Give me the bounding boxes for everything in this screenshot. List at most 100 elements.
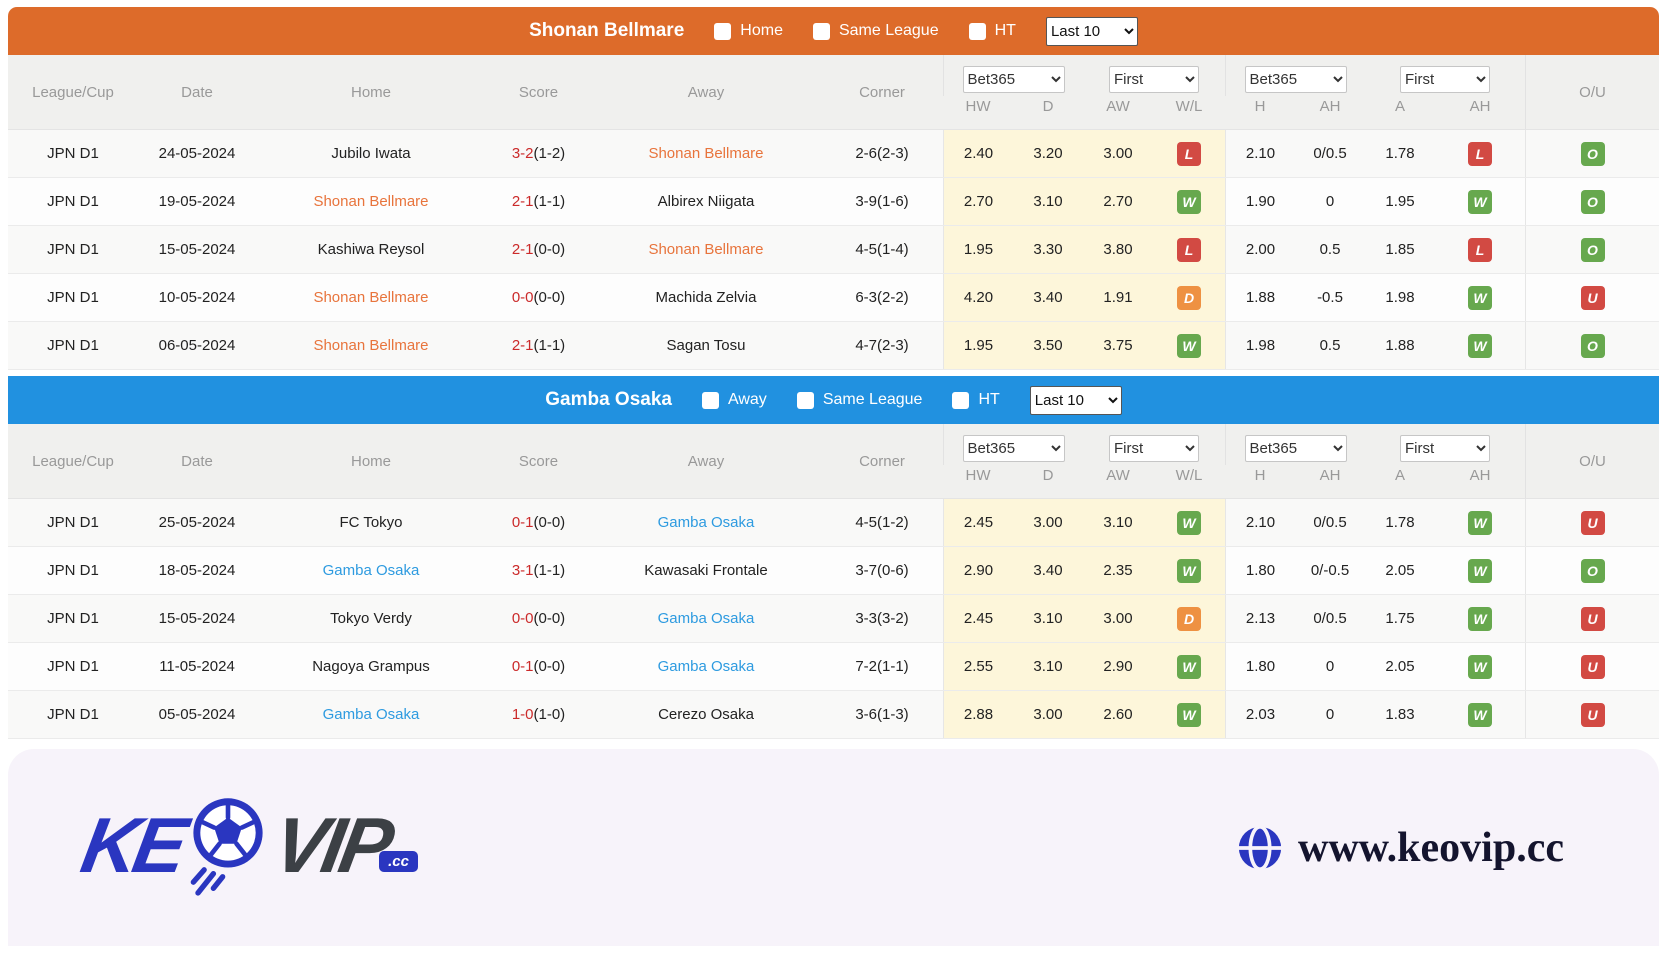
score-cell: 0-1 (0-0) (486, 643, 591, 690)
ah-away-odds: 1.75 (1385, 610, 1415, 627)
ah-home-odds: 1.80 (1225, 547, 1295, 594)
away-team-link[interactable]: Gamba Osaka (591, 499, 821, 546)
table-row: JPN D1 10-05-2024 Shonan Bellmare 0-0 (0-… (8, 274, 1659, 322)
same-league-checkbox-2[interactable] (796, 391, 814, 409)
home-team-link[interactable]: Shonan Bellmare (256, 274, 486, 321)
filter-same-league-2[interactable]: Same League (796, 391, 922, 409)
draw-odds: 3.30 (1013, 226, 1083, 273)
league-cell: JPN D1 (47, 562, 99, 579)
table-row: JPN D1 15-05-2024 Kashiwa Reysol 2-1 (0-0… (8, 226, 1659, 274)
away-win-odds: 3.80 (1083, 226, 1153, 273)
ah-result-badge: W (1468, 702, 1492, 727)
same-league-checkbox[interactable] (812, 22, 830, 40)
site-url-link[interactable]: www.keovip.cc (1237, 824, 1564, 872)
home-team-link[interactable]: Shonan Bellmare (256, 322, 486, 369)
period-select-ah[interactable]: First (1400, 66, 1490, 93)
period-select-cell: First (1083, 55, 1225, 96)
home-team-link[interactable]: Kashiwa Reysol (256, 226, 486, 273)
filter-away[interactable]: Away (701, 391, 767, 409)
ah-away-odds: 1.85 (1385, 241, 1415, 258)
away-win-odds: 3.00 (1083, 130, 1153, 177)
last10-select-2[interactable]: Last 10 (1029, 385, 1122, 415)
away-team-link[interactable]: Albirex Niigata (591, 178, 821, 225)
col-ah2: AH (1469, 98, 1491, 115)
ah-result-badge: W (1468, 510, 1492, 535)
home-team-link[interactable]: Nagoya Grampus (256, 643, 486, 690)
away-team-link[interactable]: Gamba Osaka (591, 643, 821, 690)
ah-result-cell: W (1435, 274, 1525, 321)
col-a: A (1394, 98, 1405, 115)
date-cell: 25-05-2024 (158, 514, 236, 531)
away-team-link[interactable]: Shonan Bellmare (591, 130, 821, 177)
ou-badge: O (1580, 558, 1605, 583)
away-team-link[interactable]: Machida Zelvia (591, 274, 821, 321)
away-team-link[interactable]: Shonan Bellmare (591, 226, 821, 273)
date-cell: 19-05-2024 (158, 193, 236, 210)
home-win-odds: 1.95 (943, 322, 1013, 369)
filter-same-league-label: Same League (838, 22, 939, 39)
away-checkbox[interactable] (701, 391, 719, 409)
ht-checkbox[interactable] (968, 22, 986, 40)
home-team-link[interactable]: Gamba Osaka (256, 691, 486, 738)
site-url-text: www.keovip.cc (1298, 824, 1564, 871)
home-win-odds: 2.40 (943, 130, 1013, 177)
col-league-cup: League/Cup (32, 83, 114, 101)
col-date: Date (181, 452, 213, 470)
date-cell: 15-05-2024 (158, 241, 236, 258)
col-home: Home (350, 452, 391, 470)
ht-checkbox-2[interactable] (952, 391, 970, 409)
home-team-link[interactable]: Gamba Osaka (256, 547, 486, 594)
fulltime-score: 1-0 (511, 706, 534, 723)
ah-result-cell: W (1435, 322, 1525, 369)
table-row: JPN D1 05-05-2024 Gamba Osaka 1-0 (1-0) C… (8, 691, 1659, 739)
ah-result-cell: W (1435, 547, 1525, 594)
result-badge: W (1177, 333, 1201, 358)
fulltime-score: 3-2 (511, 145, 534, 162)
period-select-2[interactable]: First (1109, 435, 1199, 462)
ou-badge: U (1580, 510, 1605, 535)
halftime-score: (1-1) (533, 193, 566, 210)
draw-odds: 3.40 (1013, 274, 1083, 321)
filter-ht-2[interactable]: HT (952, 391, 1000, 409)
filter-ht[interactable]: HT (968, 22, 1016, 40)
away-team-link[interactable]: Gamba Osaka (591, 595, 821, 642)
ah-away-odds: 1.78 (1385, 514, 1415, 531)
draw-odds: 3.20 (1013, 130, 1083, 177)
col-ah: AH (1319, 98, 1341, 115)
home-team-link[interactable]: Jubilo Iwata (256, 130, 486, 177)
home-team-link[interactable]: Shonan Bellmare (256, 178, 486, 225)
date-cell: 18-05-2024 (158, 562, 236, 579)
period-select[interactable]: First (1109, 66, 1199, 93)
score-cell: 3-1 (1-1) (486, 547, 591, 594)
away-team-link[interactable]: Sagan Tosu (591, 322, 821, 369)
filter-same-league[interactable]: Same League (812, 22, 939, 40)
period-select-ah-2[interactable]: First (1400, 435, 1490, 462)
home-checkbox[interactable] (714, 22, 732, 40)
away-team-link[interactable]: Cerezo Osaka (591, 691, 821, 738)
corner-cell: 2-6(2-3) (855, 145, 909, 162)
result-badge: L (1177, 141, 1201, 166)
ah-handicap: 0 (1325, 193, 1335, 210)
last10-select[interactable]: Last 10 (1045, 16, 1138, 46)
col-d: D (1042, 467, 1054, 484)
halftime-score: (0-0) (533, 289, 566, 306)
ah-handicap: 0 (1325, 658, 1335, 675)
result-cell: W (1153, 643, 1225, 690)
away-team-link[interactable]: Kawasaki Frontale (591, 547, 821, 594)
league-cell: JPN D1 (47, 658, 99, 675)
bookmaker-select-ah-2[interactable]: Bet365 (1244, 435, 1347, 462)
fulltime-score: 3-1 (511, 562, 534, 579)
draw-odds: 3.50 (1013, 322, 1083, 369)
filter-home[interactable]: Home (714, 22, 783, 40)
result-cell: W (1153, 178, 1225, 225)
bookmaker-select-ah[interactable]: Bet365 (1244, 66, 1347, 93)
bookmaker-select[interactable]: Bet365 (962, 66, 1065, 93)
home-win-odds: 2.70 (943, 178, 1013, 225)
corner-cell: 3-3(3-2) (855, 610, 909, 627)
col-h: H (1254, 467, 1266, 484)
home-team-link[interactable]: Tokyo Verdy (256, 595, 486, 642)
home-team-link[interactable]: FC Tokyo (256, 499, 486, 546)
bookmaker-select-2[interactable]: Bet365 (962, 435, 1065, 462)
ah-home-odds: 2.00 (1225, 226, 1295, 273)
ah-result-badge: W (1468, 189, 1492, 214)
